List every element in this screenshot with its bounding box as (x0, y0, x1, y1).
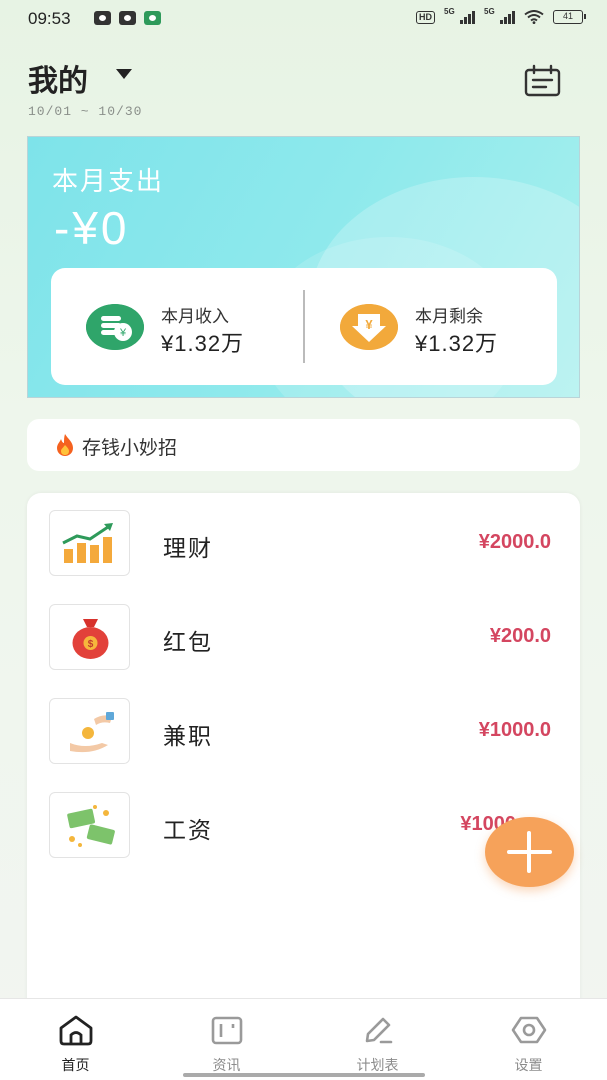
tab-label: 设置 (514, 1058, 543, 1074)
tab-label: 计划表 (356, 1058, 399, 1074)
fire-icon (57, 434, 73, 456)
thumb: $ (49, 604, 130, 670)
item-amount: ¥1000.0 (478, 719, 551, 741)
list-item-red-packet[interactable]: $ 红包 ¥200.0 (27, 587, 580, 681)
tab-home[interactable]: 首页 (0, 999, 151, 1080)
page-title[interactable]: 我的 (28, 56, 88, 100)
hand-coin-icon (70, 712, 114, 753)
message-icon (94, 11, 111, 25)
signal-label: 5G (484, 7, 495, 16)
cash-bills-icon (67, 805, 115, 847)
income-list: 理财 ¥2000.0 $ 红包 ¥200.0 兼职 ¥1000.0 工资 ¥10… (27, 493, 580, 1033)
tab-settings[interactable]: 设置 (453, 999, 604, 1080)
signal-icon: 5G (484, 7, 515, 24)
battery-icon: 41 (553, 10, 586, 24)
signal-label: 5G (444, 7, 455, 16)
item-name: 理财 (163, 536, 213, 562)
balance-value: ¥1.32万 (415, 331, 499, 356)
expense-value: -¥0 (54, 202, 130, 254)
investment-chart-icon (62, 523, 113, 563)
money-bag-icon: $ (72, 619, 109, 659)
wechat-icon (144, 11, 161, 25)
item-amount: ¥2000.0 (478, 531, 551, 553)
item-amount: ¥200.0 (489, 625, 551, 647)
home-icon (59, 1015, 93, 1046)
monthly-summary-card: 本月支出 -¥0 ¥ 本月收入 ¥1.32万 ¥ 本月剩余 ¥1.32万 (27, 136, 580, 398)
caret-down-icon[interactable] (116, 69, 132, 79)
divider (303, 290, 305, 363)
signal-icon: 5G (444, 7, 475, 24)
item-name: 红包 (163, 630, 213, 656)
tab-plan[interactable]: 计划表 (302, 999, 453, 1080)
app-icon (119, 11, 136, 25)
tab-label: 首页 (61, 1058, 90, 1074)
hd-badge: HD (416, 10, 435, 24)
item-name: 兼职 (163, 724, 213, 750)
svg-text:¥: ¥ (365, 317, 373, 332)
tab-label: 资讯 (212, 1058, 241, 1074)
news-icon (211, 1016, 243, 1045)
pencil-icon (365, 1017, 393, 1044)
item-name: 工资 (163, 818, 213, 844)
income-label: 本月收入 (161, 307, 229, 327)
yen-download-icon: ¥ (340, 304, 398, 350)
tab-news[interactable]: 资讯 (151, 999, 302, 1080)
expense-label: 本月支出 (52, 167, 165, 197)
add-record-button[interactable] (485, 817, 574, 887)
date-range: 10/01 ~ 10/30 (28, 104, 143, 119)
status-right: HD 5G 5G 41 (416, 7, 586, 24)
svg-text:¥: ¥ (119, 327, 127, 339)
thumb (49, 510, 130, 576)
status-time: 09:53 (28, 9, 71, 28)
saving-tips-bar[interactable]: 存钱小妙招 (27, 419, 580, 471)
tips-text: 存钱小妙招 (82, 437, 178, 459)
thumb (49, 698, 130, 764)
list-item-part-time[interactable]: 兼职 ¥1000.0 (27, 681, 580, 775)
balance-label: 本月剩余 (415, 307, 483, 327)
notification-icons (94, 11, 161, 25)
income-value: ¥1.32万 (161, 331, 245, 356)
calendar-icon[interactable] (524, 64, 562, 98)
wifi-icon (524, 10, 544, 24)
bottom-tab-bar: 首页 资讯 计划表 设置 (0, 998, 607, 1080)
thumb (49, 792, 130, 858)
income-balance-card: ¥ 本月收入 ¥1.32万 ¥ 本月剩余 ¥1.32万 (51, 268, 557, 385)
svg-text:$: $ (88, 639, 94, 650)
status-bar: 09:53 HD 5G 5G 41 (0, 0, 607, 36)
coins-icon: ¥ (86, 304, 144, 350)
list-item-investment[interactable]: 理财 ¥2000.0 (27, 493, 580, 587)
home-indicator (183, 1073, 425, 1077)
eye-icon (511, 1016, 547, 1044)
